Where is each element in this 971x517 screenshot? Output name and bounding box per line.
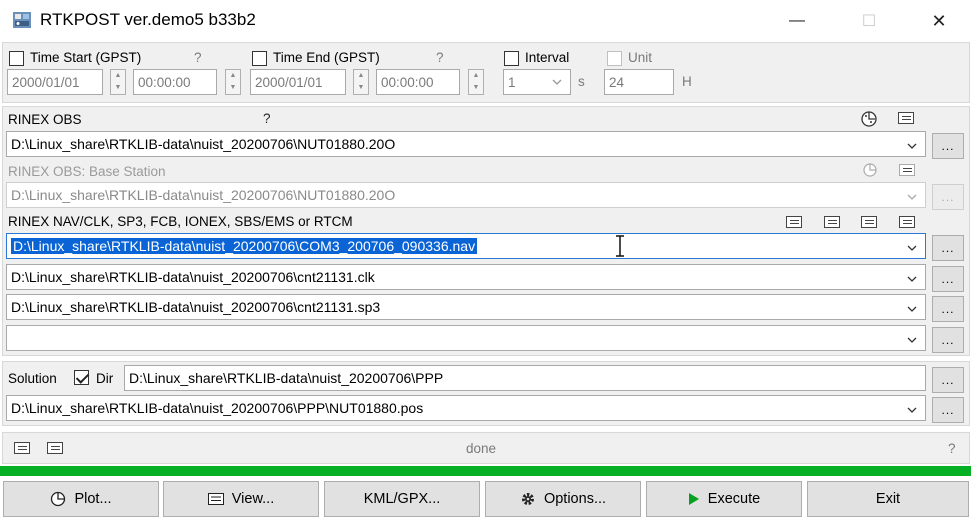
nav-file-2-browse-button[interactable]: ...: [932, 266, 964, 292]
nav-file-4-combo[interactable]: [6, 325, 926, 351]
rover-obs-label: RINEX OBS: [8, 112, 82, 127]
nav-files-label: RINEX NAV/CLK, SP3, FCB, IONEX, SBS/EMS …: [8, 214, 353, 229]
options-button-label: Options...: [543, 491, 607, 507]
base-obs-path: D:\Linux_share\RTKLIB-data\nuist_2020070…: [11, 187, 396, 203]
time-start-time-spinner[interactable]: ▲ ▼: [225, 69, 241, 95]
exit-button[interactable]: Exit: [807, 481, 969, 517]
chevron-down-icon: [907, 276, 917, 282]
exit-button-label: Exit: [875, 491, 901, 507]
progress-bar: [0, 466, 971, 476]
view-output-icon[interactable]: [14, 442, 30, 454]
unit-suffix: H: [682, 74, 692, 89]
nav-file-1-path: D:\Linux_share\RTKLIB-data\nuist_2020070…: [11, 238, 478, 254]
interval-select[interactable]: 1: [503, 69, 571, 95]
view-log-icon[interactable]: [47, 442, 63, 454]
gear-icon: [521, 493, 534, 505]
time-end-help[interactable]: ?: [436, 50, 444, 65]
interval-label: Interval: [525, 50, 570, 65]
time-end-checkbox[interactable]: [252, 51, 267, 66]
rover-obs-help[interactable]: ?: [263, 111, 271, 126]
status-message: done: [466, 441, 497, 456]
dir-label: Dir: [96, 371, 114, 386]
time-end-time-spinner[interactable]: ▲ ▼: [468, 69, 484, 95]
maximize-button[interactable]: ☐: [846, 6, 892, 36]
time-start-help[interactable]: ?: [194, 50, 202, 65]
chevron-down-icon: [907, 245, 917, 251]
view-nav2-icon[interactable]: [824, 216, 840, 228]
nav-file-4-browse-button[interactable]: ...: [932, 327, 964, 353]
nav-file-3-combo[interactable]: D:\Linux_share\RTKLIB-data\nuist_2020070…: [6, 294, 926, 320]
progress-fill: [0, 466, 971, 476]
base-obs-browse-button[interactable]: ...: [932, 184, 964, 210]
time-end-date-input[interactable]: 2000/01/01: [250, 69, 346, 95]
base-obs-combo[interactable]: D:\Linux_share\RTKLIB-data\nuist_2020070…: [6, 182, 926, 208]
unit-input[interactable]: 24: [604, 69, 674, 95]
rtkpost-app-icon: [12, 10, 32, 30]
output-file-browse-button[interactable]: ...: [932, 397, 964, 423]
chevron-down-icon: [907, 337, 917, 343]
interval-checkbox[interactable]: [504, 51, 519, 66]
kml-gpx-button[interactable]: KML/GPX...: [324, 481, 480, 517]
close-button[interactable]: ✕: [916, 6, 962, 36]
rover-obs-path: D:\Linux_share\RTKLIB-data\nuist_2020070…: [11, 136, 396, 152]
rover-obs-combo[interactable]: D:\Linux_share\RTKLIB-data\nuist_2020070…: [6, 131, 926, 157]
time-start-date-input[interactable]: 2000/01/01: [7, 69, 103, 95]
base-obs-label: RINEX OBS: Base Station: [8, 164, 166, 179]
view-nav3-icon[interactable]: [861, 216, 877, 228]
nav-file-3-path: D:\Linux_share\RTKLIB-data\nuist_2020070…: [11, 299, 381, 315]
window-title: RTKPOST ver.demo5 b33b2: [40, 10, 256, 29]
nav-file-3-browse-button[interactable]: ...: [932, 296, 964, 322]
chevron-down-icon: [907, 306, 917, 312]
view-rover-icon[interactable]: [898, 112, 914, 124]
solution-label: Solution: [8, 371, 57, 386]
plot-button[interactable]: Plot...: [3, 481, 159, 517]
time-end-label: Time End (GPST): [273, 50, 380, 65]
nav-file-1-browse-button[interactable]: ...: [932, 235, 964, 261]
unit-checkbox[interactable]: [607, 51, 622, 66]
view-base-icon[interactable]: [899, 164, 915, 176]
time-end-time-input[interactable]: 00:00:00: [376, 69, 460, 95]
kml-gpx-button-label: KML/GPX...: [363, 491, 441, 507]
output-file-path: D:\Linux_share\RTKLIB-data\nuist_2020070…: [11, 400, 424, 416]
dir-checkbox[interactable]: [74, 370, 89, 385]
view-button[interactable]: View...: [163, 481, 319, 517]
chevron-down-icon: [907, 407, 917, 413]
solution-dir-browse-button[interactable]: ...: [932, 367, 964, 393]
solution-dir-input[interactable]: D:\Linux_share\RTKLIB-data\nuist_2020070…: [124, 365, 926, 391]
nav-file-1-combo[interactable]: D:\Linux_share\RTKLIB-data\nuist_2020070…: [6, 233, 926, 259]
execute-button[interactable]: Execute: [646, 481, 802, 517]
chevron-down-icon: [552, 79, 562, 85]
time-start-checkbox[interactable]: [9, 51, 24, 66]
interval-unit: s: [578, 74, 585, 89]
nav-file-2-combo[interactable]: D:\Linux_share\RTKLIB-data\nuist_2020070…: [6, 264, 926, 290]
time-start-time-input[interactable]: 00:00:00: [133, 69, 217, 95]
view-icon: [207, 493, 224, 505]
text-cursor-icon: [614, 234, 626, 258]
view-nav4-icon[interactable]: [899, 216, 915, 228]
chevron-down-icon: [907, 194, 917, 200]
chevron-down-icon: [907, 143, 917, 149]
time-start-label: Time Start (GPST): [30, 50, 142, 65]
minimize-button[interactable]: —: [774, 6, 820, 36]
plot-button-label: Plot...: [74, 491, 112, 507]
interval-value: 1: [508, 74, 516, 90]
options-button[interactable]: Options...: [485, 481, 641, 517]
output-file-combo[interactable]: D:\Linux_share\RTKLIB-data\nuist_2020070…: [6, 395, 926, 421]
unit-label: Unit: [628, 50, 653, 65]
execute-button-label: Execute: [707, 491, 761, 507]
time-end-date-spinner[interactable]: ▲ ▼: [353, 69, 369, 95]
rover-obs-browse-button[interactable]: ...: [932, 133, 964, 159]
view-button-label: View...: [231, 491, 275, 507]
solution-dir-path: D:\Linux_share\RTKLIB-data\nuist_2020070…: [129, 370, 444, 386]
view-nav1-icon[interactable]: [786, 216, 802, 228]
plot-icon: [51, 491, 66, 507]
time-start-date-spinner[interactable]: ▲ ▼: [110, 69, 126, 95]
status-help[interactable]: ?: [948, 441, 956, 456]
play-icon: [688, 493, 699, 505]
nav-file-2-path: D:\Linux_share\RTKLIB-data\nuist_2020070…: [11, 269, 375, 285]
plot-base-icon[interactable]: [862, 162, 878, 178]
plot-rover-icon[interactable]: [860, 110, 878, 128]
